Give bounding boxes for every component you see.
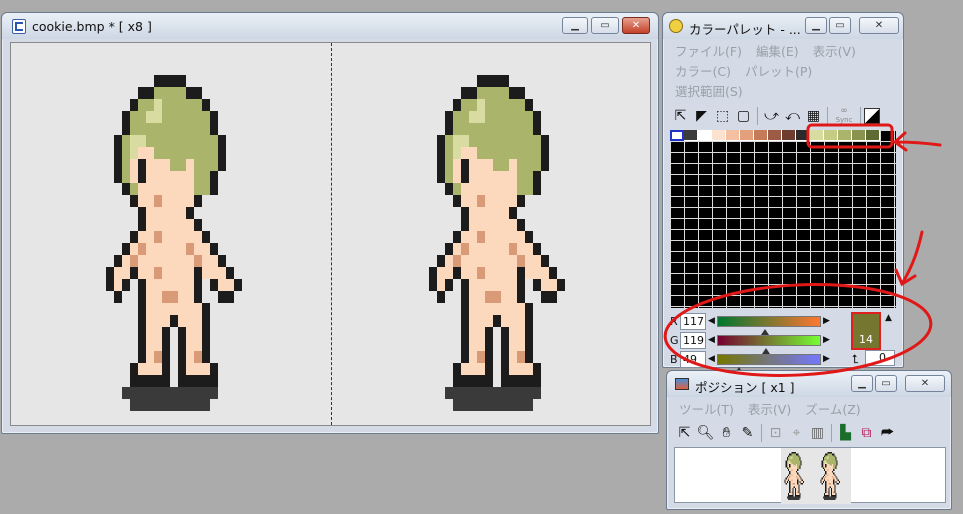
red-decrease-arrow[interactable]: ◀ bbox=[706, 316, 717, 326]
palette-swatch[interactable] bbox=[838, 130, 852, 141]
red-value-input[interactable]: 117 bbox=[680, 312, 706, 330]
hand-icon[interactable]: ✋︎ bbox=[716, 422, 737, 443]
zoom-icon[interactable]: 🔍︎ bbox=[695, 422, 716, 443]
blue-label: B bbox=[670, 352, 678, 366]
menu-selection[interactable]: 選択範囲(S) bbox=[668, 82, 750, 102]
palette-swatch[interactable] bbox=[768, 130, 782, 141]
red-increase-arrow[interactable]: ▶ bbox=[821, 316, 832, 326]
red-label: R bbox=[670, 314, 678, 328]
red-channel-row: R 117 ◀ ▶ bbox=[670, 311, 832, 335]
palette-swatch[interactable] bbox=[796, 130, 810, 141]
select-fill-icon[interactable]: ◤ bbox=[691, 105, 712, 126]
palette-swatch-row bbox=[670, 130, 880, 141]
green-decrease-arrow[interactable]: ◀ bbox=[706, 335, 717, 345]
green-channel-row: G 119 ◀ ▶ bbox=[670, 330, 832, 354]
position-preview[interactable] bbox=[674, 447, 946, 504]
editor-title: cookie.bmp * [ x8 ] bbox=[32, 19, 152, 34]
sync-icon[interactable]: ∞ Sync bbox=[831, 105, 857, 126]
palette-swatch[interactable] bbox=[740, 130, 754, 141]
maximize-button[interactable]: ▭ bbox=[591, 17, 619, 34]
swap-colors-icon[interactable]: ⮤ bbox=[852, 352, 859, 367]
menu-view-pos[interactable]: 表示(V) bbox=[741, 400, 798, 420]
menu-file[interactable]: ファイル(F) bbox=[668, 42, 749, 62]
palette-swatch[interactable] bbox=[670, 130, 684, 141]
arrow-icon[interactable]: ⇱ bbox=[674, 422, 695, 443]
green-slider[interactable] bbox=[717, 334, 821, 354]
palette-swatch[interactable] bbox=[866, 130, 880, 141]
menu-view[interactable]: 表示(V) bbox=[806, 42, 863, 62]
crosshair-icon[interactable]: ⌖ bbox=[786, 422, 807, 443]
green-value-input[interactable]: 119 bbox=[680, 331, 706, 349]
palette-swatch[interactable] bbox=[754, 130, 768, 141]
secondary-value: 0 bbox=[879, 351, 886, 364]
rect-select-icon[interactable]: ▢ bbox=[733, 105, 754, 126]
secondary-color-box[interactable]: 0 bbox=[865, 350, 895, 366]
position-close-button[interactable]: ✕ bbox=[905, 375, 945, 392]
green-label: G bbox=[670, 333, 679, 347]
palette-minimize-button[interactable]: ▁ bbox=[805, 17, 827, 34]
selected-index: 14 bbox=[859, 333, 873, 346]
grid-icon[interactable]: ▦ bbox=[803, 105, 824, 126]
selected-color-preview[interactable]: 14 bbox=[851, 312, 881, 350]
menu-edit[interactable]: 編集(E) bbox=[749, 42, 806, 62]
palette-swatch[interactable] bbox=[810, 130, 824, 141]
sprite-thumb-left bbox=[784, 452, 804, 500]
palette-icon bbox=[669, 19, 683, 33]
palette-grid[interactable] bbox=[670, 130, 896, 308]
scroll-up-arrow[interactable]: ▲ bbox=[885, 313, 892, 323]
pen-icon[interactable]: ✎ bbox=[737, 422, 758, 443]
minimize-button[interactable]: ▁ bbox=[562, 17, 588, 34]
blue-increase-arrow[interactable]: ▶ bbox=[821, 354, 832, 364]
palette-swatch[interactable] bbox=[852, 130, 866, 141]
blue-decrease-arrow[interactable]: ◀ bbox=[706, 354, 717, 364]
palette-titlebar[interactable]: カラーパレット - ... ▁ ▭ ✕ bbox=[663, 13, 903, 39]
sprite-thumb-right bbox=[820, 452, 840, 500]
blue-value-input[interactable]: 49 bbox=[680, 350, 706, 368]
canvas-divider bbox=[331, 43, 332, 425]
menu-palette[interactable]: パレット(P) bbox=[738, 62, 819, 82]
blue-channel-row: B 49 ◀ ▶ bbox=[670, 349, 832, 373]
palette-swatch[interactable] bbox=[684, 130, 698, 141]
export-icon[interactable]: ⮫ bbox=[877, 422, 898, 443]
image-icon[interactable]: ▙ bbox=[835, 422, 856, 443]
sprite-preview-right bbox=[429, 75, 565, 411]
editor-titlebar[interactable]: cookie.bmp * [ x8 ] ▁ ▭ ✕ bbox=[2, 13, 658, 39]
menu-tool[interactable]: ツール(T) bbox=[672, 400, 741, 420]
palette-menubar: ファイル(F) 編集(E) 表示(V) カラー(C) パレット(P) 選択範囲(… bbox=[668, 42, 900, 102]
position-menubar: ツール(T) 表示(V) ズーム(Z) bbox=[672, 400, 944, 420]
copy-icon[interactable]: ⧉ bbox=[856, 422, 877, 443]
position-minimize-button[interactable]: ▁ bbox=[851, 375, 873, 392]
panel-icon[interactable]: ▥ bbox=[807, 422, 828, 443]
palette-swatch[interactable] bbox=[698, 130, 712, 141]
red-slider[interactable] bbox=[717, 315, 821, 335]
palette-maximize-button[interactable]: ▭ bbox=[829, 17, 851, 34]
rect-select-dashed-icon[interactable]: ⬚ bbox=[712, 105, 733, 126]
position-title: ポジション [ x1 ] bbox=[695, 380, 795, 395]
zoom-box-icon[interactable]: ⊡ bbox=[765, 422, 786, 443]
palette-swatch[interactable] bbox=[782, 130, 796, 141]
palette-swatch[interactable] bbox=[712, 130, 726, 141]
position-window-icon bbox=[675, 378, 689, 390]
close-button[interactable]: ✕ bbox=[622, 17, 650, 34]
palette-toolbar: ⇱ ◤ ⬚ ▢ ⤻ ⤺ ▦ ∞ Sync bbox=[670, 105, 898, 126]
palette-swatch[interactable] bbox=[824, 130, 838, 141]
menu-zoom[interactable]: ズーム(Z) bbox=[798, 400, 867, 420]
sync-label: Sync bbox=[835, 115, 853, 124]
copy-swap-icon[interactable]: ⤻ bbox=[761, 105, 782, 126]
blue-slider[interactable] bbox=[717, 353, 821, 373]
document-icon bbox=[12, 19, 26, 34]
position-maximize-button[interactable]: ▭ bbox=[875, 375, 897, 392]
mask-icon[interactable] bbox=[864, 107, 880, 124]
swap-icon[interactable]: ⤺ bbox=[782, 105, 803, 126]
green-increase-arrow[interactable]: ▶ bbox=[821, 335, 832, 345]
menu-color[interactable]: カラー(C) bbox=[668, 62, 738, 82]
palette-title: カラーパレット - ... bbox=[689, 22, 801, 37]
select-arrow-icon[interactable]: ⇱ bbox=[670, 105, 691, 126]
position-titlebar[interactable]: ポジション [ x1 ] ▁ ▭ ✕ bbox=[667, 371, 951, 397]
position-toolbar: ⇱ 🔍︎ ✋︎ ✎ ⊡ ⌖ ▥ ▙ ⧉ ⮫ bbox=[674, 422, 944, 443]
sprite-preview-left bbox=[106, 75, 242, 411]
pixel-canvas[interactable] bbox=[10, 42, 651, 426]
palette-close-button[interactable]: ✕ bbox=[859, 17, 899, 34]
palette-swatch[interactable] bbox=[726, 130, 740, 141]
